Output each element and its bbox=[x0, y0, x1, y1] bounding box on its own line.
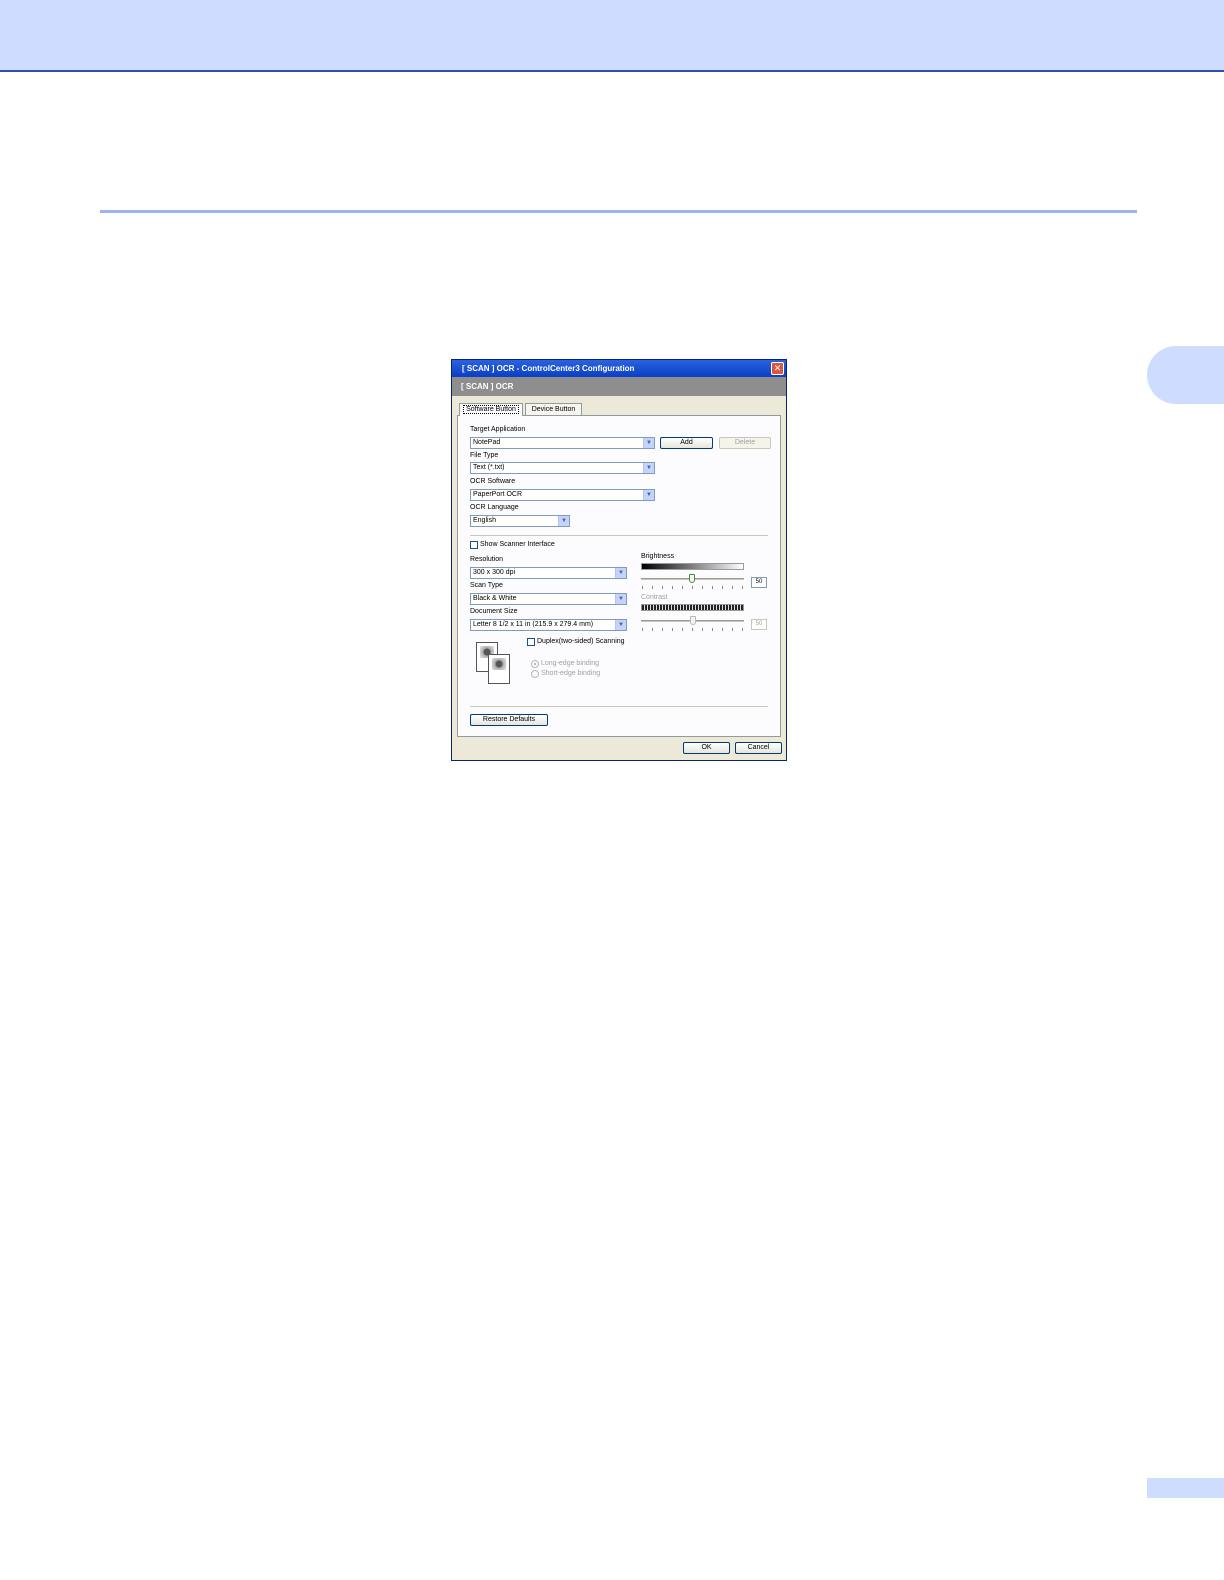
duplex-scanning-label: Duplex(two-sided) Scanning bbox=[537, 638, 625, 645]
section-rule bbox=[100, 210, 1137, 213]
chevron-down-icon[interactable]: ▼ bbox=[615, 620, 626, 630]
brightness-slider-thumb[interactable] bbox=[689, 574, 695, 583]
contrast-pattern bbox=[641, 604, 744, 611]
ocr-language-select[interactable]: English ▼ bbox=[470, 515, 570, 527]
select-value: Black & White bbox=[473, 595, 517, 602]
contrast-label: Contrast bbox=[641, 594, 668, 601]
add-button[interactable]: Add bbox=[660, 437, 713, 449]
chevron-down-icon[interactable]: ▼ bbox=[643, 463, 654, 473]
brightness-value[interactable]: 50 bbox=[751, 577, 767, 588]
chapter-tab bbox=[1147, 346, 1224, 404]
page-number-box bbox=[1147, 1478, 1224, 1498]
show-scanner-interface-checkbox[interactable] bbox=[470, 541, 478, 549]
divider bbox=[470, 706, 768, 707]
select-value: NotePad bbox=[473, 439, 501, 446]
dialog-header: [ SCAN ] OCR bbox=[452, 377, 786, 396]
select-value: Letter 8 1/2 x 11 in (215.9 x 279.4 mm) bbox=[473, 621, 594, 628]
ocr-software-select[interactable]: PaperPort OCR ▼ bbox=[470, 489, 655, 501]
document-size-label: Document Size bbox=[470, 608, 518, 615]
tab-label: Software Button bbox=[463, 405, 519, 414]
long-edge-binding-radio[interactable] bbox=[531, 660, 539, 668]
select-value: 300 x 300 dpi bbox=[473, 569, 516, 576]
ocr-software-label: OCR Software bbox=[470, 478, 516, 485]
chevron-down-icon[interactable]: ▼ bbox=[643, 438, 654, 448]
short-edge-binding-label: Short-edge binding bbox=[541, 670, 601, 677]
cancel-button[interactable]: Cancel bbox=[735, 742, 782, 754]
restore-defaults-button[interactable]: Restore Defaults bbox=[470, 714, 548, 726]
scan-type-label: Scan Type bbox=[470, 582, 503, 589]
scan-type-select[interactable]: Black & White ▼ bbox=[470, 593, 627, 605]
controlcenter-config-dialog: [ SCAN ] OCR - ControlCenter3 Configurat… bbox=[451, 359, 787, 761]
ocr-language-label: OCR Language bbox=[470, 504, 519, 511]
resolution-label: Resolution bbox=[470, 556, 504, 563]
document-size-select[interactable]: Letter 8 1/2 x 11 in (215.9 x 279.4 mm) ▼ bbox=[470, 619, 627, 631]
select-value: PaperPort OCR bbox=[473, 491, 523, 498]
target-application-label: Target Application bbox=[470, 426, 526, 433]
show-scanner-interface-label: Show Scanner Interface bbox=[480, 541, 555, 548]
short-edge-binding-radio[interactable] bbox=[531, 670, 539, 678]
contrast-value[interactable]: 50 bbox=[751, 619, 767, 630]
dialog-title: [ SCAN ] OCR - ControlCenter3 Configurat… bbox=[452, 360, 786, 377]
chevron-down-icon[interactable]: ▼ bbox=[558, 516, 569, 526]
ok-button[interactable]: OK bbox=[683, 742, 730, 754]
contrast-slider-ticks bbox=[642, 628, 744, 631]
document-image-icon bbox=[492, 658, 506, 670]
duplex-scanning-checkbox[interactable] bbox=[527, 638, 535, 646]
resolution-select[interactable]: 300 x 300 dpi ▼ bbox=[470, 567, 627, 579]
brightness-label: Brightness bbox=[641, 553, 675, 560]
tab-device-button[interactable]: Device Button bbox=[525, 403, 582, 415]
select-value: English bbox=[473, 517, 496, 524]
chevron-down-icon[interactable]: ▼ bbox=[615, 568, 626, 578]
select-value: Text (*.txt) bbox=[473, 464, 505, 471]
settings-panel: Target Application NotePad ▼ Add Delete F… bbox=[457, 415, 781, 737]
target-application-select[interactable]: NotePad ▼ bbox=[470, 437, 655, 449]
chevron-down-icon[interactable]: ▼ bbox=[643, 490, 654, 500]
contrast-slider-thumb[interactable] bbox=[690, 616, 696, 625]
chevron-down-icon[interactable]: ▼ bbox=[615, 594, 626, 604]
divider bbox=[470, 535, 768, 536]
delete-button[interactable]: Delete bbox=[719, 437, 771, 449]
page-header-band bbox=[0, 0, 1224, 72]
file-type-select[interactable]: Text (*.txt) ▼ bbox=[470, 462, 655, 474]
file-type-label: File Type bbox=[470, 452, 499, 459]
document-back-icon bbox=[488, 654, 510, 684]
long-edge-binding-label: Long-edge binding bbox=[541, 660, 599, 667]
brightness-slider-ticks bbox=[642, 586, 744, 589]
brightness-gradient bbox=[641, 563, 744, 570]
close-icon[interactable]: ✕ bbox=[771, 362, 784, 375]
tab-software-button[interactable]: Software Button bbox=[459, 403, 523, 416]
duplex-document-icon bbox=[476, 642, 516, 686]
